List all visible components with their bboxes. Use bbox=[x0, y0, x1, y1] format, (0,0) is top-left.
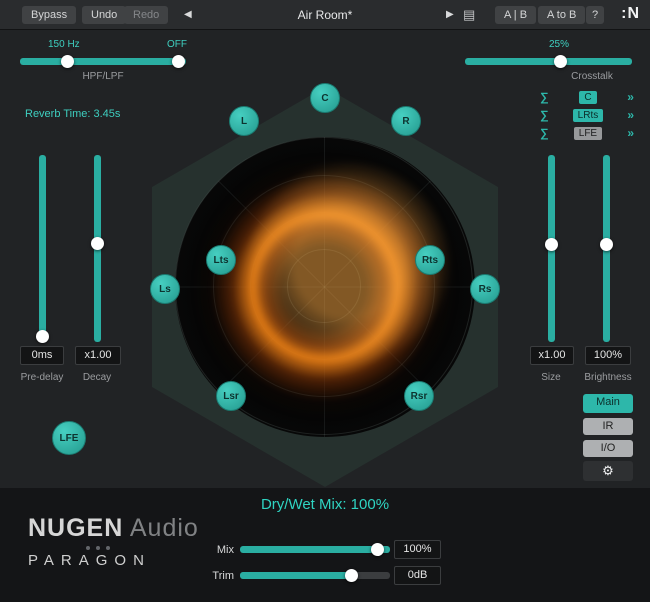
crosstalk-row: ∑ LFE » bbox=[540, 125, 634, 141]
brand-block: NUGEN Audio PARAGON bbox=[28, 514, 199, 569]
chevron-right-icon[interactable]: » bbox=[627, 90, 634, 104]
sum-icon[interactable]: ∑ bbox=[540, 90, 549, 104]
paragon-plugin-window: Bypass Undo Redo ◀ Air Room* ▶ ▤ A | B A… bbox=[0, 0, 650, 602]
channel-node-button[interactable]: Rts bbox=[415, 245, 445, 275]
mix-slider[interactable] bbox=[240, 546, 390, 553]
size-value[interactable]: x1.00 bbox=[530, 346, 574, 365]
sum-icon[interactable]: ∑ bbox=[540, 108, 549, 122]
crosstalk-channel-button[interactable]: LRts bbox=[572, 108, 604, 122]
ir-view-button[interactable]: IR bbox=[583, 418, 633, 435]
mix-handle[interactable] bbox=[371, 543, 384, 556]
main-view-button[interactable]: Main bbox=[583, 394, 633, 413]
trim-fill bbox=[240, 572, 352, 579]
next-preset-icon[interactable]: ▶ bbox=[446, 9, 454, 20]
channel-node-button[interactable]: Rsr bbox=[404, 381, 434, 411]
predelay-slider[interactable] bbox=[39, 155, 46, 342]
previous-preset-icon[interactable]: ◀ bbox=[184, 9, 192, 20]
brightness-handle[interactable] bbox=[600, 238, 613, 251]
hpf-lpf-slider[interactable] bbox=[20, 58, 186, 65]
ab-compare-button[interactable]: A | B bbox=[495, 6, 537, 24]
lpf-value: OFF bbox=[167, 39, 187, 50]
channel-node-button[interactable]: Rs bbox=[470, 274, 500, 304]
settings-button[interactable]: ⚙ bbox=[583, 461, 633, 481]
predelay-label: Pre-delay bbox=[20, 372, 64, 383]
trim-handle[interactable] bbox=[345, 569, 358, 582]
crosstalk-channel-button[interactable]: C bbox=[579, 90, 597, 104]
top-toolbar: Bypass Undo Redo ◀ Air Room* ▶ ▤ A | B A… bbox=[0, 0, 650, 30]
trim-label: Trim bbox=[212, 570, 234, 582]
mix-value[interactable]: 100% bbox=[394, 540, 441, 559]
size-label: Size bbox=[541, 372, 561, 383]
channel-node-button[interactable]: R bbox=[391, 106, 421, 136]
brightness-label: Brightness bbox=[584, 372, 632, 383]
crosstalk-value: 25% bbox=[549, 39, 570, 50]
trim-slider[interactable] bbox=[240, 572, 390, 579]
dry-wet-mix-label: Dry/Wet Mix: 100% bbox=[260, 496, 390, 513]
nugen-logo-icon: :N bbox=[621, 5, 640, 22]
crosstalk-handle[interactable] bbox=[554, 55, 567, 68]
crosstalk-row: ∑ C » bbox=[540, 89, 634, 105]
channel-node-button[interactable]: Lts bbox=[206, 245, 236, 275]
reverb-time-label: Reverb Time: 3.45s bbox=[25, 108, 121, 120]
decay-value[interactable]: x1.00 bbox=[75, 346, 121, 365]
channel-node-button[interactable]: L bbox=[229, 106, 259, 136]
lpf-handle[interactable] bbox=[172, 55, 185, 68]
size-handle[interactable] bbox=[545, 238, 558, 251]
crosstalk-label: Crosstalk bbox=[571, 71, 613, 82]
hpf-value: 150 Hz bbox=[48, 39, 80, 50]
crosstalk-row: ∑ LRts » bbox=[540, 107, 634, 123]
decay-label: Decay bbox=[82, 372, 112, 383]
hpf-handle[interactable] bbox=[61, 55, 74, 68]
redo-button[interactable]: Redo bbox=[124, 6, 169, 24]
trim-value[interactable]: 0dB bbox=[394, 566, 441, 585]
brand-name: NUGEN bbox=[28, 514, 124, 542]
io-view-button[interactable]: I/O bbox=[583, 440, 633, 457]
bypass-button[interactable]: Bypass bbox=[22, 6, 77, 24]
sum-icon[interactable]: ∑ bbox=[540, 126, 549, 140]
crosstalk-slider[interactable] bbox=[465, 58, 632, 65]
channel-node-button[interactable]: Lsr bbox=[216, 381, 246, 411]
brand-suffix: Audio bbox=[129, 514, 199, 542]
bottom-panel: Dry/Wet Mix: 100% NUGEN Audio PARAGON Mi… bbox=[0, 488, 650, 602]
brightness-value[interactable]: 100% bbox=[585, 346, 631, 365]
crosstalk-channel-button[interactable]: LFE bbox=[573, 126, 603, 140]
chevron-right-icon[interactable]: » bbox=[627, 126, 634, 140]
product-name: PARAGON bbox=[28, 552, 151, 569]
undo-button[interactable]: Undo bbox=[82, 6, 127, 24]
channel-node-button[interactable]: C bbox=[310, 83, 340, 113]
channel-node-button[interactable]: Ls bbox=[150, 274, 180, 304]
mix-label: Mix bbox=[216, 544, 234, 556]
decay-handle[interactable] bbox=[91, 237, 104, 250]
filter-label: HPF/LPF bbox=[82, 71, 124, 82]
brand-dots bbox=[86, 546, 199, 550]
lfe-node-button[interactable]: LFE bbox=[52, 421, 86, 455]
predelay-value[interactable]: 0ms bbox=[20, 346, 64, 365]
gear-icon: ⚙ bbox=[602, 463, 614, 478]
preset-list-icon[interactable]: ▤ bbox=[463, 7, 475, 23]
chevron-right-icon[interactable]: » bbox=[627, 108, 634, 122]
preset-name[interactable]: Air Room* bbox=[298, 8, 353, 22]
predelay-handle[interactable] bbox=[36, 330, 49, 343]
help-button[interactable]: ? bbox=[586, 6, 605, 24]
a-to-b-button[interactable]: A to B bbox=[538, 6, 586, 24]
